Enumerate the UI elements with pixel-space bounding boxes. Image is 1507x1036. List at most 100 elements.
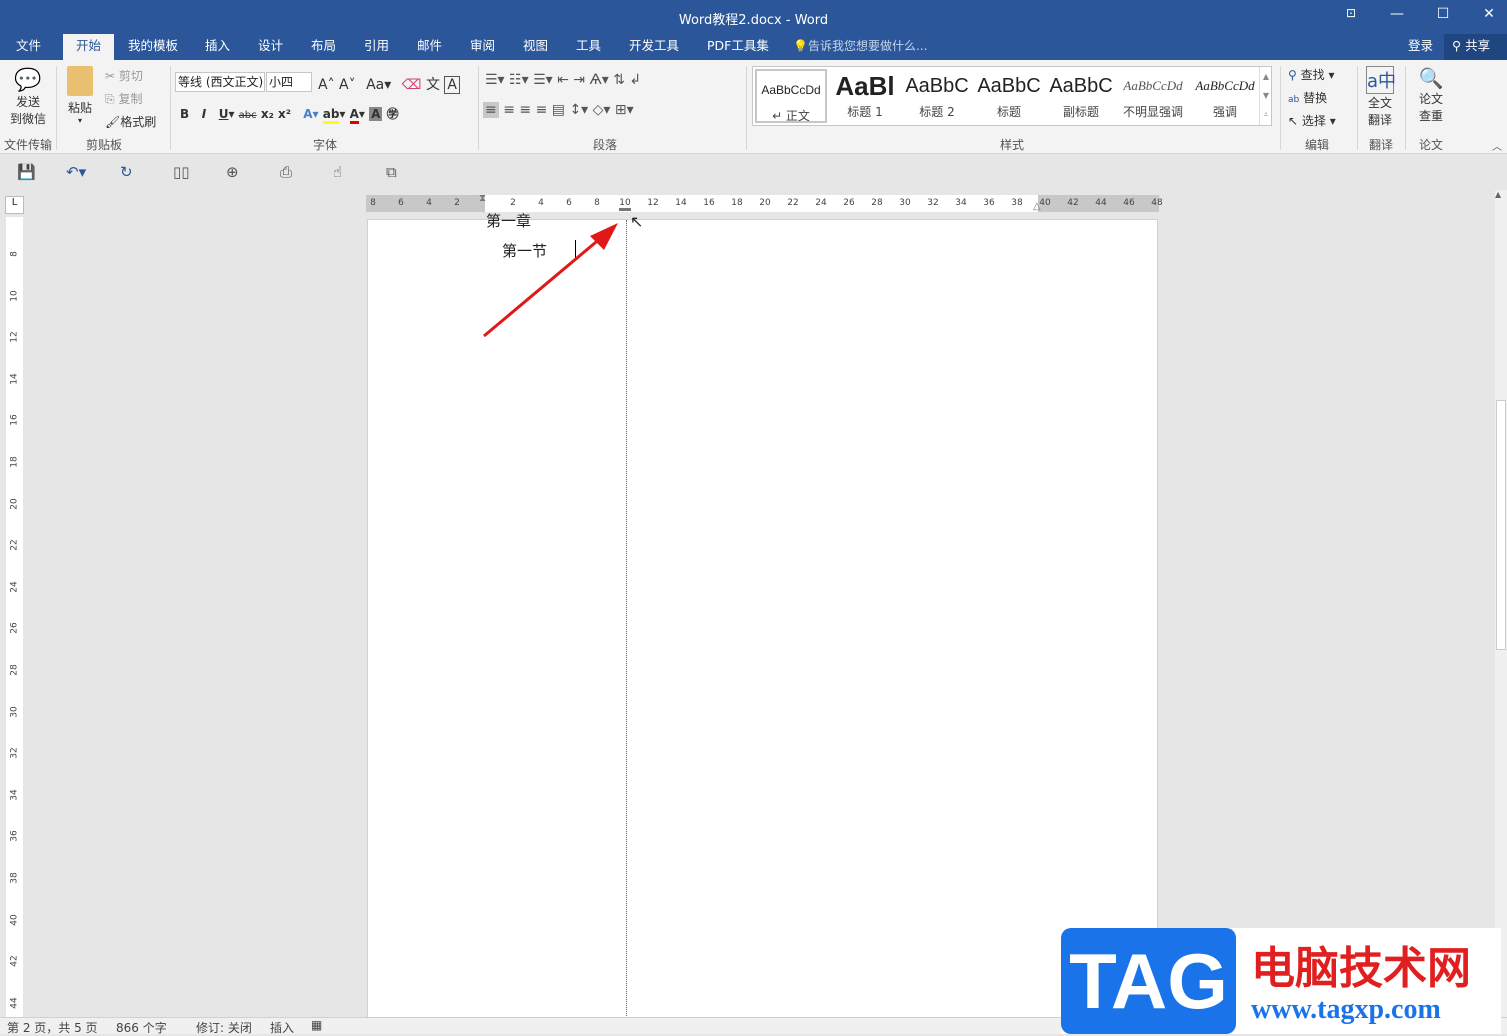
ruler-tick: 36: [9, 830, 20, 843]
shrink-font-icon[interactable]: A˅: [339, 77, 356, 93]
find-button[interactable]: ⚲ 查找 ▾: [1288, 66, 1334, 83]
subscript-button[interactable]: x₂: [261, 107, 274, 121]
font-color-icon[interactable]: A: [349, 107, 359, 124]
format-painter-button[interactable]: 🖌格式刷: [105, 113, 156, 130]
tab-templates[interactable]: 我的模板: [120, 34, 186, 60]
tab-references[interactable]: 引用: [356, 34, 397, 60]
ruler-tick: 16: [703, 198, 715, 208]
group-label-font: 字体: [312, 138, 337, 152]
align-center-icon[interactable]: ≡: [503, 102, 515, 118]
clear-format-icon[interactable]: ⌫: [402, 77, 422, 93]
paper-check-button[interactable]: 🔍 论文 查重: [1412, 66, 1450, 124]
decrease-indent-icon[interactable]: ⇤: [557, 72, 569, 88]
style-emphasis[interactable]: AaBbCcDd 强调: [1189, 67, 1261, 125]
font-size-select[interactable]: 小四: [266, 72, 312, 92]
page-count[interactable]: 第 2 页，共 5 页: [7, 1019, 98, 1036]
document-page[interactable]: 第一章 第一节 ↖: [367, 212, 1158, 1020]
align-left-icon[interactable]: ≡: [483, 102, 499, 118]
scroll-up-icon[interactable]: ▲: [1495, 190, 1501, 199]
paste-button[interactable]: 粘贴 ▾: [64, 66, 96, 125]
style-heading2[interactable]: AaBbC 标题 2: [901, 67, 973, 125]
insert-mode-status[interactable]: 插入: [270, 1019, 294, 1036]
tab-pdf-tools[interactable]: PDF工具集: [699, 34, 777, 60]
touch-mode-icon[interactable]: ☝: [333, 163, 342, 181]
minimize-button[interactable]: —: [1382, 6, 1412, 22]
track-changes-status[interactable]: 修订: 关闭: [196, 1019, 252, 1036]
tab-developer[interactable]: 开发工具: [621, 34, 687, 60]
borders-icon[interactable]: ⊞▾: [615, 102, 634, 118]
vertical-scrollbar[interactable]: ▲: [1495, 190, 1507, 1017]
multilevel-list-icon[interactable]: ☰▾: [533, 72, 553, 88]
increase-indent-icon[interactable]: ⇥: [573, 72, 585, 88]
text-effects-icon[interactable]: A▾: [303, 107, 318, 121]
justify-icon[interactable]: ≡: [536, 102, 548, 118]
phonetic-icon[interactable]: 文: [426, 77, 440, 93]
tell-me-box[interactable]: 💡告诉我您想要做什么...: [785, 34, 935, 60]
asian-layout-icon[interactable]: Ѧ▾: [589, 72, 608, 88]
replace-button[interactable]: ab 替换: [1288, 89, 1327, 106]
enclose-char-icon[interactable]: ㊫: [387, 107, 399, 121]
numbering-icon[interactable]: ☷▾: [509, 72, 529, 88]
collapse-ribbon-icon[interactable]: ︿: [1492, 138, 1502, 153]
macro-icon[interactable]: ▦: [311, 1018, 322, 1032]
bullets-icon[interactable]: ☰▾: [485, 72, 505, 88]
grow-font-icon[interactable]: A˄: [318, 77, 335, 93]
sort-icon[interactable]: ⇅: [613, 72, 625, 88]
char-shading-icon[interactable]: A: [369, 107, 383, 121]
tab-stop-selector[interactable]: L: [5, 196, 24, 214]
indent-markers[interactable]: ⧗: [479, 193, 491, 204]
vertical-ruler[interactable]: 8 10 12 14 16 18 20 22 24 26 28 30 32 34 36 38 40 42 44: [6, 217, 23, 1017]
tab-mailings[interactable]: 邮件: [409, 34, 450, 60]
read-mode-icon[interactable]: ▯▯: [173, 163, 190, 181]
redo-icon[interactable]: ↻: [120, 163, 133, 181]
align-right-icon[interactable]: ≡: [519, 102, 531, 118]
tab-home[interactable]: 开始: [63, 34, 114, 60]
cut-button[interactable]: ✂ 剪切: [105, 67, 143, 84]
undo-icon[interactable]: ↶▾: [66, 163, 86, 181]
print-preview-icon[interactable]: ⎙: [280, 163, 292, 181]
tab-insert[interactable]: 插入: [197, 34, 238, 60]
styles-scroll[interactable]: ▲ ▼ ⩡: [1259, 67, 1272, 125]
tab-design[interactable]: 设计: [250, 34, 291, 60]
style-subtitle[interactable]: AaBbC 副标题: [1045, 67, 1117, 125]
underline-button[interactable]: U: [219, 107, 229, 121]
line-spacing-icon[interactable]: ↕▾: [569, 102, 588, 118]
select-button[interactable]: ↖ 选择 ▾: [1288, 112, 1336, 129]
highlight-icon[interactable]: ab: [322, 107, 340, 124]
char-border-icon[interactable]: A: [444, 76, 460, 94]
copy-button[interactable]: ⎘ 复制: [105, 90, 142, 107]
distributed-icon[interactable]: ▤: [552, 102, 565, 118]
tab-view[interactable]: 视图: [515, 34, 556, 60]
style-normal[interactable]: AaBbCcDd ↵ 正文: [755, 69, 827, 123]
bold-button[interactable]: B: [180, 107, 189, 121]
strikethrough-button[interactable]: abc: [239, 110, 257, 121]
ruler-tick: 30: [9, 705, 20, 718]
tab-review[interactable]: 审阅: [462, 34, 503, 60]
tab-tools[interactable]: 工具: [568, 34, 609, 60]
send-to-wechat-button[interactable]: 💬 发送 到微信: [10, 68, 46, 127]
change-case-icon[interactable]: Aa▾: [366, 77, 391, 93]
shading-icon[interactable]: ◇▾: [593, 102, 611, 118]
ruler-tick: 34: [955, 198, 967, 208]
close-button[interactable]: ✕: [1474, 6, 1504, 22]
style-heading1[interactable]: AaBl 标题 1: [829, 67, 901, 125]
tab-file[interactable]: 文件: [8, 34, 49, 60]
superscript-button[interactable]: x²: [278, 107, 291, 121]
maximize-button[interactable]: ☐: [1428, 6, 1458, 22]
italic-button[interactable]: I: [202, 107, 206, 121]
font-name-select[interactable]: 等线 (西文正文): [175, 72, 265, 92]
scroll-thumb[interactable]: [1496, 400, 1506, 650]
show-marks-icon[interactable]: ↲: [629, 72, 641, 88]
web-layout-icon[interactable]: ⊕: [226, 163, 239, 181]
style-subtle-emphasis[interactable]: AaBbCcDd 不明显强调: [1117, 67, 1189, 125]
customize-icon[interactable]: ⧉: [386, 163, 397, 181]
share-button[interactable]: ⚲ 共享: [1444, 34, 1507, 60]
tab-layout[interactable]: 布局: [303, 34, 344, 60]
full-translate-button[interactable]: a中 全文 翻译: [1362, 66, 1398, 128]
style-title[interactable]: AaBbC 标题: [973, 67, 1045, 125]
word-count[interactable]: 866 个字: [116, 1019, 167, 1036]
right-indent-marker[interactable]: △: [1033, 201, 1041, 212]
login-button[interactable]: 登录: [1400, 34, 1441, 60]
save-icon[interactable]: 💾: [17, 163, 36, 181]
ribbon-display-icon[interactable]: ⊡: [1336, 6, 1366, 20]
